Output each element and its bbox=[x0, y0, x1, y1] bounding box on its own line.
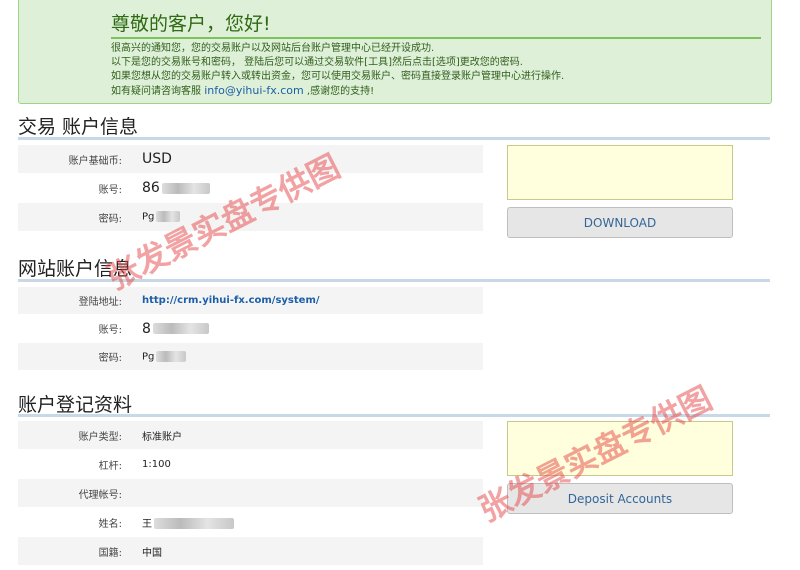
redacted-blur bbox=[156, 350, 187, 362]
welcome-line-2: 以下是您的交易账号和密码， 登陆后您可以通过交易软件[工具]然后点击[选项]更改… bbox=[111, 57, 523, 68]
nationality-value: 中国 bbox=[142, 547, 162, 559]
website-account-label: 账号: bbox=[98, 325, 122, 336]
password-value: Pg bbox=[142, 211, 155, 223]
registration-info-box bbox=[507, 421, 733, 476]
account-number-value: 86 bbox=[142, 180, 160, 196]
website-section-divider bbox=[18, 279, 770, 282]
table-row: 密码: Pg bbox=[18, 203, 483, 232]
table-row: 代理帐号: bbox=[18, 479, 483, 508]
password-label: 密码: bbox=[98, 213, 122, 225]
account-type-value: 标准账户 bbox=[142, 431, 182, 443]
trading-section-divider bbox=[18, 137, 770, 140]
website-account-title: 网站账户信息 bbox=[18, 258, 133, 280]
account-number-cell: 86 bbox=[134, 180, 483, 196]
contact-prefix: 如有疑问请咨询客服 bbox=[111, 86, 201, 97]
account-number-label: 账号: bbox=[98, 184, 122, 196]
website-password-label: 密码: bbox=[98, 353, 122, 364]
login-url-label: 登陆地址: bbox=[78, 297, 122, 308]
website-password-cell: Pg bbox=[134, 350, 483, 363]
website-account-value: 8 bbox=[142, 320, 151, 337]
agent-account-label: 代理帐号: bbox=[78, 489, 122, 501]
table-row: 杠杆: 1:100 bbox=[18, 450, 483, 479]
name-label: 姓名: bbox=[98, 518, 122, 530]
password-cell: Pg bbox=[134, 211, 483, 223]
base-currency-label: 账户基础币: bbox=[68, 155, 122, 167]
base-currency-value: USD bbox=[142, 151, 172, 167]
greeting-divider bbox=[111, 37, 761, 39]
table-row: 国籍: 中国 bbox=[18, 537, 483, 566]
welcome-line-3: 如果您想从您的交易账户转入或转出资金，您可以使用交易账户、密码直接登录账户管理中… bbox=[111, 71, 565, 82]
trading-account-title: 交易 账户信息 bbox=[18, 116, 139, 138]
trading-info-box bbox=[507, 145, 733, 200]
table-row: 登陆地址: http://crm.yihui-fx.com/system/ bbox=[18, 287, 483, 315]
redacted-blur bbox=[152, 323, 209, 334]
registration-table: 账户类型: 标准账户 杠杆: 1:100 代理帐号: 姓名: 王 国籍: 中国 bbox=[18, 421, 483, 566]
table-row: 账户类型: 标准账户 bbox=[18, 421, 483, 450]
redacted-blur bbox=[156, 211, 181, 223]
table-row: 姓名: 王 bbox=[18, 508, 483, 537]
registration-title: 账户登记资料 bbox=[18, 394, 133, 416]
welcome-line-1: 很高兴的通知您，您的交易账户以及网站后台账户管理中心已经开设成功. bbox=[111, 43, 435, 54]
redacted-blur bbox=[154, 518, 234, 529]
name-cell: 王 bbox=[134, 515, 483, 530]
trading-account-table: 账户基础币: USD 账号: 86 密码: Pg bbox=[18, 145, 483, 232]
name-value: 王 bbox=[142, 518, 152, 530]
account-type-label: 账户类型: bbox=[78, 431, 122, 443]
greeting-heading: 尊敬的客户，您好! bbox=[111, 13, 271, 35]
table-row: 账户基础币: USD bbox=[18, 145, 483, 174]
website-password-value: Pg bbox=[142, 351, 155, 363]
deposit-accounts-button[interactable]: Deposit Accounts bbox=[507, 483, 733, 514]
website-account-cell: 8 bbox=[134, 321, 483, 337]
contact-suffix: ,感谢您的支持! bbox=[306, 86, 375, 97]
registration-section-divider bbox=[18, 414, 770, 417]
leverage-label: 杠杆: bbox=[98, 460, 122, 472]
support-email-link[interactable]: info@yihui-fx.com bbox=[204, 84, 304, 97]
login-url-link[interactable]: http://crm.yihui-fx.com/system/ bbox=[134, 295, 483, 306]
table-row: 账号: 86 bbox=[18, 174, 483, 203]
leverage-value: 1:100 bbox=[142, 458, 171, 470]
welcome-panel: 尊敬的客户，您好! 很高兴的通知您，您的交易账户以及网站后台账户管理中心已经开设… bbox=[18, 0, 772, 104]
table-row: 账号: 8 bbox=[18, 315, 483, 343]
welcome-line-4: 如有疑问请咨询客服 info@yihui-fx.com ,感谢您的支持! bbox=[111, 84, 564, 99]
table-row: 密码: Pg bbox=[18, 343, 483, 371]
nationality-label: 国籍: bbox=[98, 547, 122, 559]
welcome-message: 很高兴的通知您，您的交易账户以及网站后台账户管理中心已经开设成功. 以下是您的交… bbox=[111, 42, 564, 99]
download-button[interactable]: DOWNLOAD bbox=[507, 207, 733, 238]
redacted-blur bbox=[161, 182, 210, 194]
website-account-table: 登陆地址: http://crm.yihui-fx.com/system/ 账号… bbox=[18, 287, 483, 371]
